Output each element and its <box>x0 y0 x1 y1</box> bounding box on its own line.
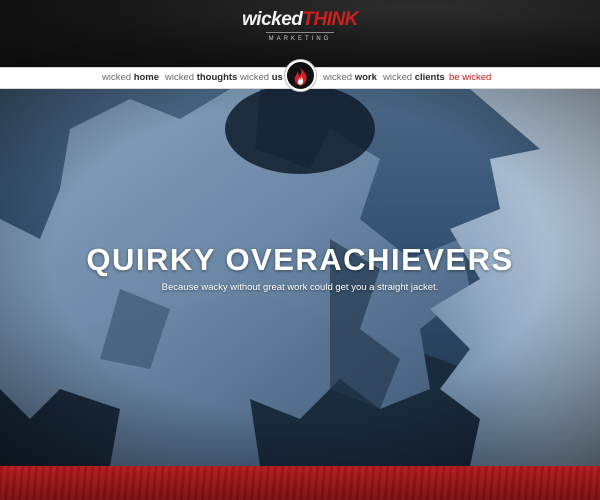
hero-title: QUIRKY OVERACHIEVERS <box>86 242 514 277</box>
gears-background-image <box>0 89 600 466</box>
nav-prefix: wicked <box>323 72 353 83</box>
logo-divider <box>266 32 334 33</box>
nav-item-be-wicked[interactable]: be wicked <box>449 72 491 84</box>
logo-wordmark: wickedTHINK <box>0 10 600 30</box>
home-flame-button[interactable] <box>285 60 316 91</box>
wickedthink-logo[interactable]: wickedTHINK MARKETING <box>0 10 600 43</box>
logo-think-text: THINK <box>302 9 358 30</box>
logo-wicked-text: wicked <box>242 9 303 30</box>
red-footer-band <box>0 466 600 500</box>
hero-subtitle: Because wacky without great work could g… <box>161 282 439 293</box>
flame-icon <box>294 67 307 86</box>
nav-item-work[interactable]: wicked work <box>323 72 377 84</box>
nav-item-clients[interactable]: wicked clients <box>383 72 445 84</box>
nav-prefix: wicked <box>165 72 195 83</box>
nav-prefix: wicked <box>240 72 270 83</box>
logo-subtitle: MARKETING <box>268 36 332 42</box>
nav-label: home <box>133 72 160 83</box>
nav-label: us <box>271 72 283 83</box>
nav-label: wicked <box>462 72 492 83</box>
nav-label: clients <box>414 72 445 83</box>
nav-prefix: wicked <box>383 72 413 83</box>
nav-item-thoughts[interactable]: wicked thoughts <box>165 72 237 84</box>
hero-banner: QUIRKY OVERACHIEVERS Because wacky witho… <box>0 89 600 466</box>
nav-label: work <box>354 72 377 83</box>
nav-item-us[interactable]: wicked us <box>240 72 283 84</box>
site-header: wickedTHINK MARKETING <box>0 0 600 67</box>
nav-prefix: wicked <box>102 72 132 83</box>
nav-item-home[interactable]: wicked home <box>102 72 159 84</box>
nav-prefix: be <box>449 72 460 83</box>
nav-label: thoughts <box>196 72 238 83</box>
